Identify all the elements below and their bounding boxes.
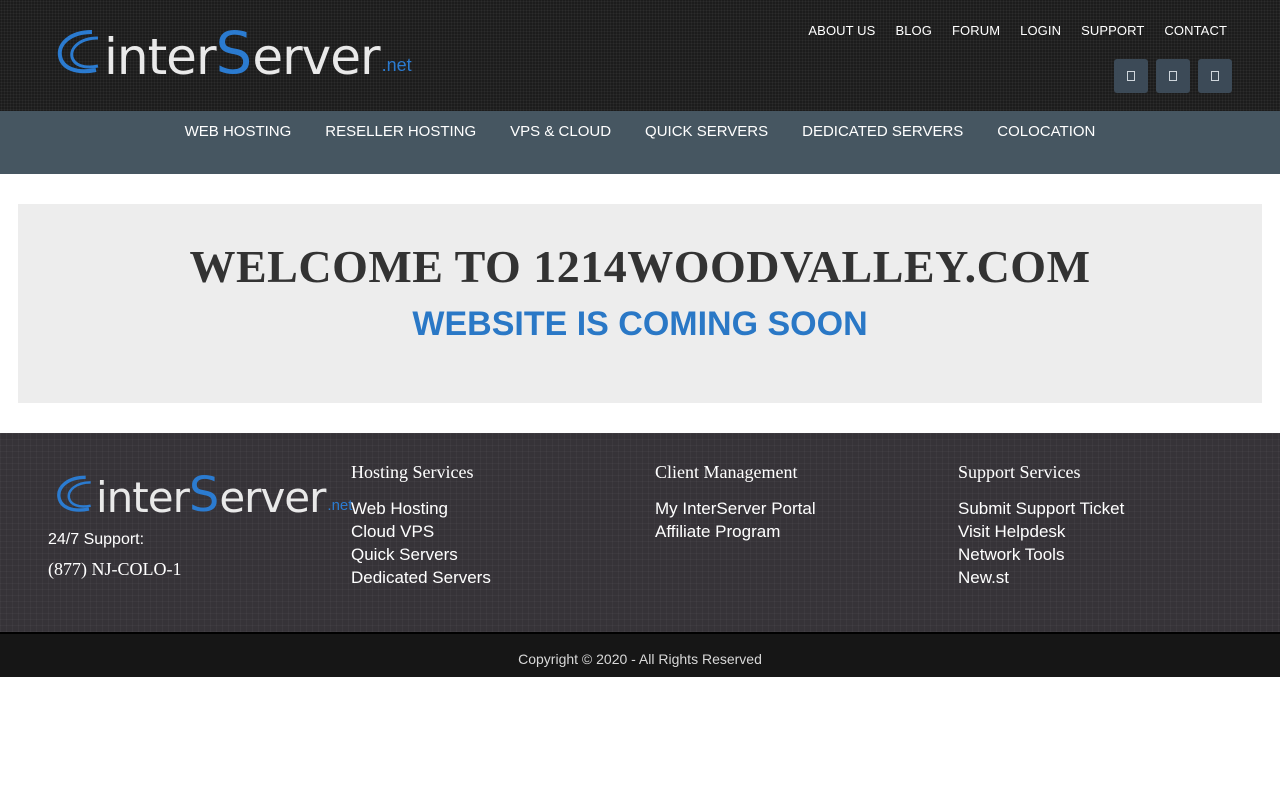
footer-link-dedicated-servers[interactable]: Dedicated Servers <box>351 566 491 589</box>
site-footer: inter S erver .net 24/7 Support: (877) N… <box>0 433 1280 632</box>
social-button-1[interactable] <box>1114 59 1148 93</box>
top-nav-forum[interactable]: FORUM <box>952 23 1000 38</box>
footer-link-helpdesk[interactable]: Visit Helpdesk <box>958 520 1124 543</box>
top-nav-blog[interactable]: BLOG <box>895 23 932 38</box>
footer-column-client-management: Client Management My InterServer Portal … <box>655 462 816 543</box>
welcome-title: WELCOME TO 1214WOODVALLEY.COM <box>189 241 1091 292</box>
logo-swoosh-icon <box>57 475 91 512</box>
main-nav-dedicated-servers[interactable]: DEDICATED SERVERS <box>802 111 963 140</box>
top-nav: ABOUT US BLOG FORUM LOGIN SUPPORT CONTAC… <box>808 23 1227 38</box>
footer-link-web-hosting[interactable]: Web Hosting <box>351 497 491 520</box>
logo-text-net: .net <box>327 497 353 514</box>
coming-soon-subtitle: WEBSITE IS COMING SOON <box>412 305 868 343</box>
main-nav-web-hosting[interactable]: WEB HOSTING <box>185 111 292 140</box>
main-nav-vps-cloud[interactable]: VPS & CLOUD <box>510 111 611 140</box>
footer-column-title: Hosting Services <box>351 462 474 482</box>
logo-text-erver: erver <box>219 473 326 522</box>
logo-text-net: .net <box>381 55 412 75</box>
footer-column-support-services: Support Services Submit Support Ticket V… <box>958 462 1124 589</box>
footer-column-title: Support Services <box>958 462 1081 482</box>
logo-text-inter: inter <box>96 473 190 522</box>
footer-link-cloud-vps[interactable]: Cloud VPS <box>351 520 491 543</box>
top-nav-login[interactable]: LOGIN <box>1020 23 1061 38</box>
main-nav-quick-servers[interactable]: QUICK SERVERS <box>645 111 768 140</box>
top-nav-about-us[interactable]: ABOUT US <box>808 23 875 38</box>
footer-link-network-tools[interactable]: Network Tools <box>958 543 1124 566</box>
logo-text-s: S <box>215 19 253 87</box>
top-nav-support[interactable]: SUPPORT <box>1081 23 1144 38</box>
main-nav-reseller-hosting[interactable]: RESELLER HOSTING <box>325 111 476 140</box>
footer-interserver-logo[interactable]: inter S erver .net <box>52 469 352 519</box>
logo-text-s: S <box>188 467 220 523</box>
main-nav: WEB HOSTING RESELLER HOSTING VPS & CLOUD… <box>0 111 1280 174</box>
social-buttons <box>1114 59 1232 93</box>
logo-swoosh-icon <box>57 30 99 74</box>
footer-column-title: Client Management <box>655 462 798 482</box>
social-button-3[interactable] <box>1198 59 1232 93</box>
logo-text-inter: inter <box>104 28 217 86</box>
logo-text-erver: erver <box>252 28 380 86</box>
hero-banner: WELCOME TO 1214WOODVALLEY.COM WEBSITE IS… <box>18 204 1262 403</box>
footer-link-quick-servers[interactable]: Quick Servers <box>351 543 491 566</box>
missing-glyph-icon <box>1211 71 1219 81</box>
missing-glyph-icon <box>1127 71 1135 81</box>
support-phone: (877) NJ-COLO-1 <box>48 559 182 579</box>
social-button-2[interactable] <box>1156 59 1190 93</box>
footer-link-submit-ticket[interactable]: Submit Support Ticket <box>958 497 1124 520</box>
footer-link-affiliate-program[interactable]: Affiliate Program <box>655 520 816 543</box>
interserver-logo[interactable]: inter S erver .net <box>52 22 412 82</box>
copyright-text: Copyright © 2020 - All Rights Reserved <box>518 651 762 667</box>
top-nav-contact[interactable]: CONTACT <box>1164 23 1227 38</box>
missing-glyph-icon <box>1169 71 1177 81</box>
footer-column-hosting-services: Hosting Services Web Hosting Cloud VPS Q… <box>351 462 491 589</box>
footer-link-interserver-portal[interactable]: My InterServer Portal <box>655 497 816 520</box>
site-header: inter S erver .net ABOUT US BLOG FORUM L… <box>0 0 1280 111</box>
copyright-bar: Copyright © 2020 - All Rights Reserved <box>0 632 1280 677</box>
main-nav-colocation[interactable]: COLOCATION <box>997 111 1095 140</box>
support-label: 24/7 Support: <box>48 531 145 548</box>
footer-link-new-st[interactable]: New.st <box>958 566 1124 589</box>
